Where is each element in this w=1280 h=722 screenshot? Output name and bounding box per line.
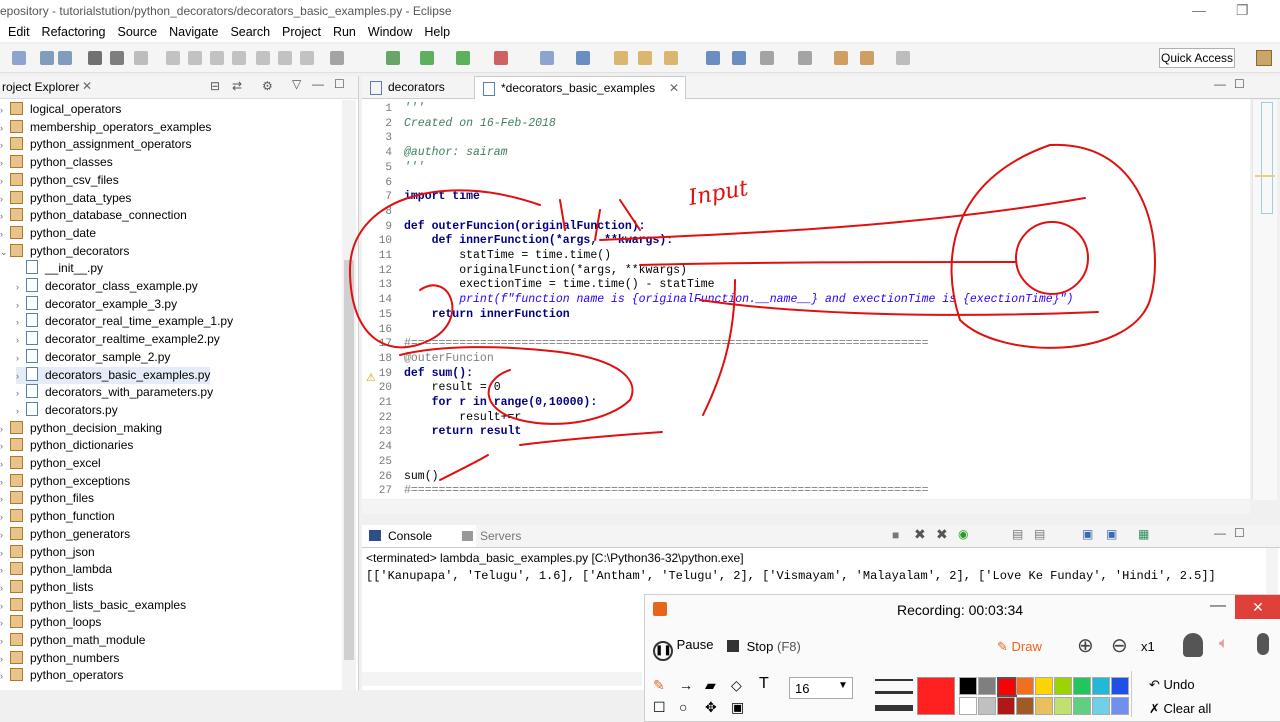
chevron-down-icon: ▼ xyxy=(838,680,848,691)
color-swatch[interactable] xyxy=(1054,697,1072,715)
arrow-tool-icon[interactable]: → xyxy=(679,677,693,693)
color-swatch[interactable] xyxy=(978,677,996,695)
color-swatch[interactable] xyxy=(1111,697,1129,715)
webcam-icon[interactable] xyxy=(1183,633,1203,657)
color-swatch[interactable] xyxy=(1054,677,1072,695)
annotation-swirl-left xyxy=(348,189,541,349)
zoom-level: x1 xyxy=(1141,639,1155,654)
zoom-out-icon[interactable]: ⊖ xyxy=(1111,633,1128,658)
color-swatch[interactable] xyxy=(1073,697,1091,715)
annotation-arrow-upper xyxy=(599,197,1086,241)
pause-icon: ❚❚ xyxy=(653,641,673,661)
clear-all-button[interactable]: ✗ Clear all xyxy=(1149,701,1211,717)
clear-icon: ✗ xyxy=(1149,701,1160,716)
draw-button[interactable]: ✎ Draw xyxy=(997,639,1042,655)
zoom-in-icon[interactable]: ⊕ xyxy=(1077,633,1094,658)
circle-tool-icon[interactable]: ○ xyxy=(679,699,687,715)
color-swatch[interactable] xyxy=(959,697,977,715)
color-swatch[interactable] xyxy=(1035,677,1053,695)
microphone-icon[interactable] xyxy=(1257,633,1269,655)
line-width-thin[interactable] xyxy=(875,679,913,681)
line-width-medium[interactable] xyxy=(875,691,913,694)
annotation-arrow-middle xyxy=(639,261,1016,266)
line-width-thick[interactable] xyxy=(875,705,913,711)
color-swatch[interactable] xyxy=(1035,697,1053,715)
current-color-swatch xyxy=(917,677,955,715)
annotation-input-text: Input xyxy=(686,176,751,211)
annotation-scribble-lower xyxy=(399,346,634,425)
color-swatch[interactable] xyxy=(1016,677,1034,695)
color-swatch[interactable] xyxy=(997,697,1015,715)
color-swatch[interactable] xyxy=(997,677,1017,697)
pause-button[interactable]: ❚❚ Pause xyxy=(653,637,714,661)
pen-tool-icon[interactable]: ✎ xyxy=(653,677,665,694)
stop-icon xyxy=(727,640,739,652)
pencil-icon: ✎ xyxy=(997,639,1008,654)
annotation-circle xyxy=(1015,221,1089,295)
color-swatch[interactable] xyxy=(959,677,977,695)
stop-button[interactable]: Stop (F8) xyxy=(727,639,801,654)
annotation-arrow-lower xyxy=(699,299,1099,316)
color-swatch[interactable] xyxy=(1073,677,1091,695)
color-swatch[interactable] xyxy=(1111,677,1129,695)
recorder-logo-icon xyxy=(653,602,667,616)
color-swatch[interactable] xyxy=(1092,697,1110,715)
rectangle-tool-icon[interactable]: ☐ xyxy=(653,699,666,716)
annotation-arrow-call xyxy=(439,454,489,481)
stamp-tool-icon[interactable]: ▣ xyxy=(731,699,744,716)
color-swatch[interactable] xyxy=(1016,697,1034,715)
recording-panel: Recording: 00:03:34 — ✕ ❚❚ Pause Stop (F… xyxy=(644,594,1280,722)
text-tool-icon[interactable]: T xyxy=(759,675,769,693)
color-swatch[interactable] xyxy=(978,697,996,715)
recording-title: Recording: 00:03:34 xyxy=(897,602,1024,618)
highlighter-tool-icon[interactable]: ▰ xyxy=(705,677,716,694)
eraser-tool-icon[interactable]: ◇ xyxy=(731,677,742,694)
undo-button[interactable]: ↶ Undo xyxy=(1149,677,1195,693)
color-swatch[interactable] xyxy=(1092,677,1110,695)
recorder-minimize-icon[interactable]: — xyxy=(1210,597,1226,615)
speaker-icon[interactable]: 🔈︎ xyxy=(1219,635,1229,653)
undo-icon: ↶ xyxy=(1149,677,1160,692)
recorder-close-button[interactable]: ✕ xyxy=(1235,595,1280,619)
annotation-ellipse xyxy=(950,143,1156,349)
font-size-select[interactable]: 16 ▼ xyxy=(789,677,853,699)
annotation-scribble-top xyxy=(559,199,641,241)
move-tool-icon[interactable]: ✥ xyxy=(705,699,717,716)
annotation-line-lower xyxy=(519,431,663,446)
